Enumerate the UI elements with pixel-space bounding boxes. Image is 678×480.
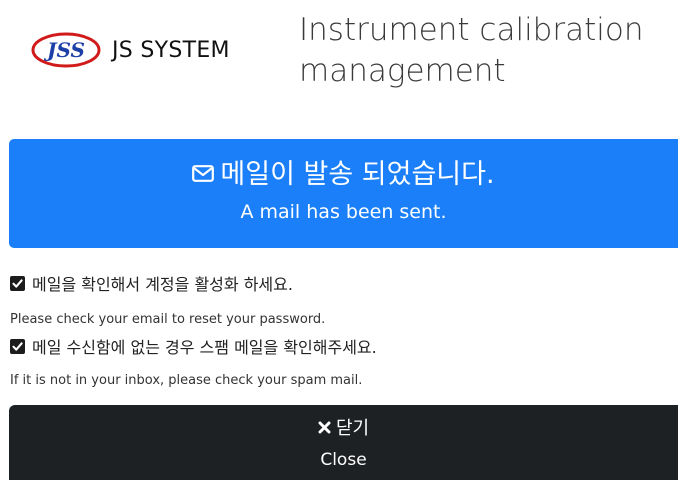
- envelope-icon: [192, 165, 215, 182]
- company-logo: JSS JS SYSTEM: [30, 31, 275, 71]
- success-alert: 메일이 발송 되었습니다. A mail has been sent.: [9, 139, 678, 248]
- alert-message-kr: 메일이 발송 되었습니다.: [220, 159, 495, 190]
- note-activate-kr-text: 메일을 확인해서 계정을 활성화 하세요.: [32, 275, 293, 294]
- note-spam-kr: 메일 수신함에 없는 경우 스팸 메일을 확인해주세요.: [10, 337, 377, 359]
- logo-text: JS SYSTEM: [112, 38, 230, 63]
- close-button-label-en: Close: [320, 450, 367, 470]
- checkbox-checked-icon: [10, 276, 25, 291]
- jss-logo-icon: JSS: [31, 32, 101, 68]
- note-spam-en: If it is not in your inbox, please check…: [10, 373, 363, 388]
- page-title-line2: management: [299, 53, 506, 89]
- close-button[interactable]: 닫기 Close: [9, 405, 678, 480]
- header: JSS JS SYSTEM Instrument calibration man…: [0, 0, 678, 120]
- alert-message-kr-row: 메일이 발송 되었습니다.: [9, 157, 678, 193]
- note-activate-kr: 메일을 확인해서 계정을 활성화 하세요.: [10, 274, 293, 296]
- page-title-line1: Instrument calibration: [299, 12, 644, 48]
- checkbox-checked-icon: [10, 339, 25, 354]
- page-title: Instrument calibration management: [299, 10, 678, 92]
- mail-sent-page: JSS JS SYSTEM Instrument calibration man…: [0, 0, 678, 480]
- note-activate-en: Please check your email to reset your pa…: [10, 312, 326, 327]
- svg-text:JSS: JSS: [43, 38, 85, 62]
- close-button-label-kr: 닫기: [335, 418, 370, 439]
- note-spam-kr-text: 메일 수신함에 없는 경우 스팸 메일을 확인해주세요.: [32, 338, 377, 357]
- close-button-kr-row: 닫기: [9, 417, 678, 441]
- close-x-icon: [318, 421, 331, 433]
- alert-message-en: A mail has been sent.: [240, 201, 447, 223]
